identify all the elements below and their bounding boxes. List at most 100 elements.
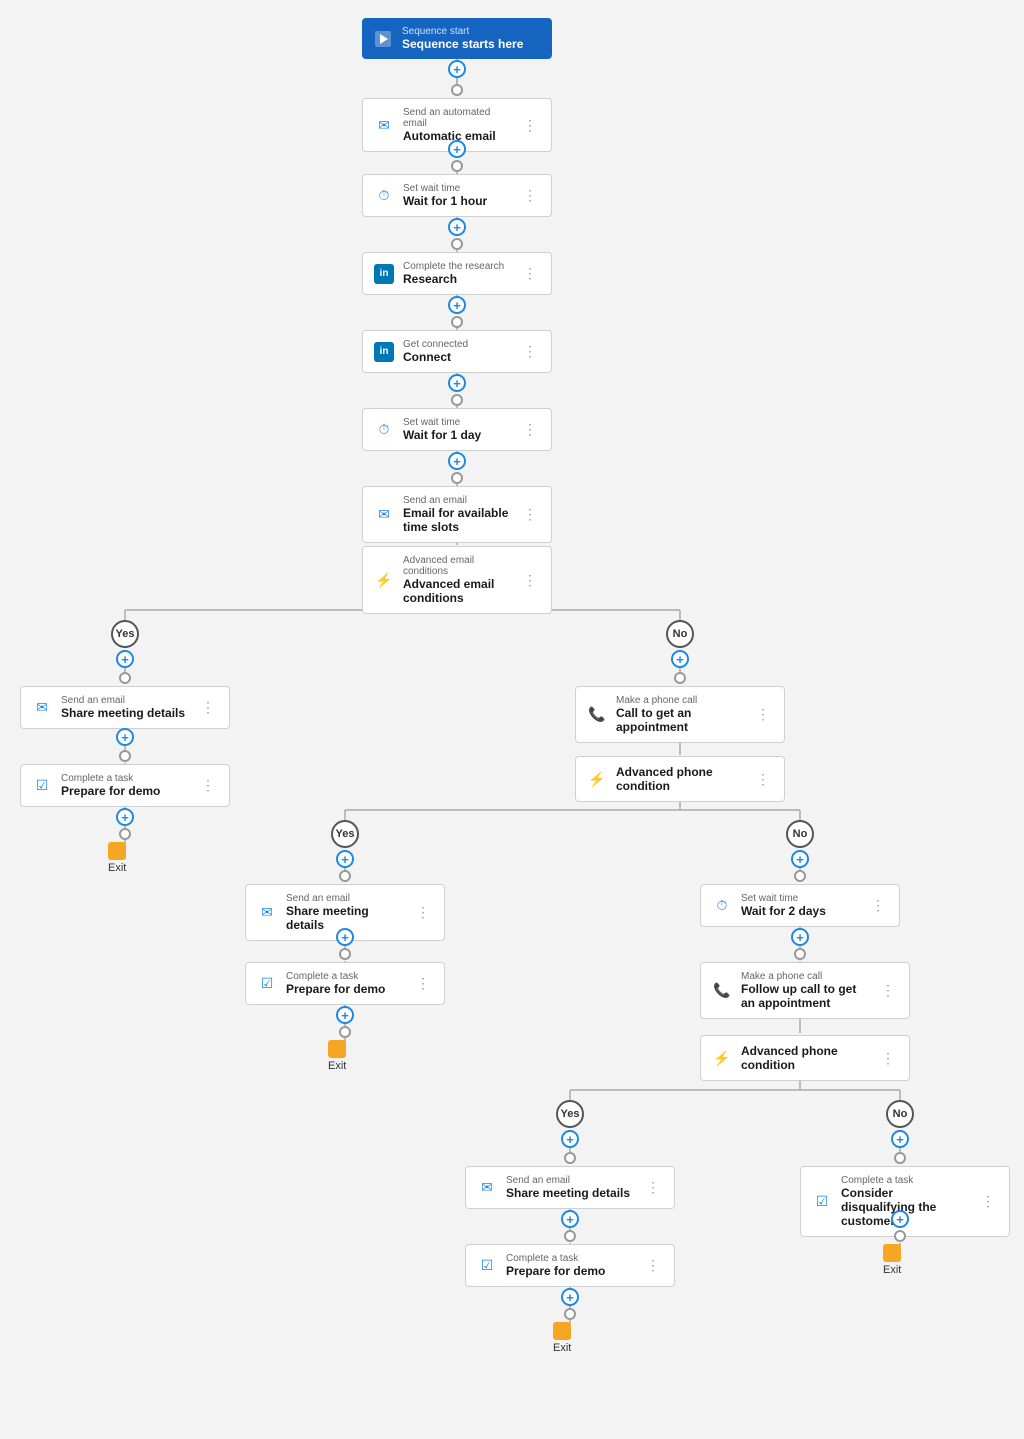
email-timeslots-title: Email for available time slots: [403, 506, 511, 534]
connector-yes3b: [564, 1230, 576, 1242]
wait-2days-node: ⏱ Set wait time Wait for 2 days ⋮: [700, 884, 900, 927]
phone-icon-2: 📞: [711, 980, 733, 1002]
share-meeting-yes3-node: ✉ Send an email Share meeting details ⋮: [465, 1166, 675, 1209]
connector-yes3: [119, 828, 131, 840]
adv-phone-1-title: Advanced phone condition: [616, 765, 744, 793]
no3-branch-label: No: [886, 1100, 914, 1128]
add-btn-3[interactable]: +: [448, 218, 466, 236]
exit-label-yes2: Exit: [328, 1060, 346, 1072]
wait-1day-title: Wait for 1 day: [403, 428, 511, 442]
start-title: Sequence starts here: [402, 37, 542, 51]
call-appt-label: Make a phone call: [616, 695, 744, 706]
add-btn-yes2b[interactable]: +: [336, 928, 354, 946]
share-meeting-yes2-menu[interactable]: ⋮: [412, 902, 434, 923]
email-icon-5: ✉: [476, 1177, 498, 1199]
connector-yes3c: [564, 1308, 576, 1320]
start-label: Sequence start: [402, 26, 542, 37]
adv-email-title: Advanced email conditions: [403, 577, 511, 605]
add-btn-no1[interactable]: +: [671, 650, 689, 668]
wait-1hour-menu[interactable]: ⋮: [519, 185, 541, 206]
task-icon-4: ☑: [811, 1191, 833, 1213]
connect-menu[interactable]: ⋮: [519, 341, 541, 362]
research-label: Complete the research: [403, 261, 511, 272]
connector-no2a: [794, 870, 806, 882]
wait-1day-label: Set wait time: [403, 417, 511, 428]
exit-label-yes3: Exit: [553, 1342, 571, 1354]
share-meeting-yes2-label: Send an email: [286, 893, 404, 904]
add-btn-1[interactable]: +: [448, 60, 466, 78]
add-btn-4[interactable]: +: [448, 296, 466, 314]
wait-1hour-label: Set wait time: [403, 183, 511, 194]
prepare-demo-yes2-label: Complete a task: [286, 971, 404, 982]
yes3-branch-label: Yes: [556, 1100, 584, 1128]
followup-call-menu[interactable]: ⋮: [877, 980, 899, 1001]
prepare-demo-yes2-menu[interactable]: ⋮: [412, 973, 434, 994]
exit-yes2-node: Exit: [328, 1040, 346, 1072]
email-icon-2: ✉: [373, 504, 395, 526]
add-btn-2[interactable]: +: [448, 140, 466, 158]
add-btn-5[interactable]: +: [448, 374, 466, 392]
condition-icon-3: ⚡: [711, 1047, 733, 1069]
exit-icon-yes3: [553, 1322, 571, 1340]
research-menu[interactable]: ⋮: [519, 263, 541, 284]
adv-phone-1-menu[interactable]: ⋮: [752, 769, 774, 790]
wait-2days-menu[interactable]: ⋮: [867, 895, 889, 916]
connector-3: [451, 238, 463, 250]
wait-icon-2: ⏱: [373, 419, 395, 441]
add-btn-yes3a[interactable]: +: [561, 1130, 579, 1148]
call-appt-menu[interactable]: ⋮: [752, 704, 774, 725]
followup-call-node: 📞 Make a phone call Follow up call to ge…: [700, 962, 910, 1019]
email-timeslots-label: Send an email: [403, 495, 511, 506]
share-meeting-yes-title: Share meeting details: [61, 706, 189, 720]
connect-node: in Get connected Connect ⋮: [362, 330, 552, 373]
email-icon-1: ✉: [373, 114, 395, 136]
wait-icon-1: ⏱: [373, 185, 395, 207]
exit-label-yes: Exit: [108, 862, 126, 874]
email-timeslots-menu[interactable]: ⋮: [519, 504, 541, 525]
add-btn-yes2c[interactable]: +: [336, 1006, 354, 1024]
yes-branch-label: Yes: [111, 620, 139, 648]
adv-email-menu[interactable]: ⋮: [519, 570, 541, 591]
auto-email-menu[interactable]: ⋮: [519, 115, 541, 136]
research-title: Research: [403, 272, 511, 286]
call-appt-title: Call to get an appointment: [616, 706, 744, 734]
share-meeting-yes-menu[interactable]: ⋮: [197, 697, 219, 718]
prepare-demo-yes-title: Prepare for demo: [61, 784, 189, 798]
research-node: in Complete the research Research ⋮: [362, 252, 552, 295]
connect-title: Connect: [403, 350, 511, 364]
add-btn-no3b[interactable]: +: [891, 1210, 909, 1228]
share-meeting-yes-node: ✉ Send an email Share meeting details ⋮: [20, 686, 230, 729]
add-btn-yes2[interactable]: +: [116, 728, 134, 746]
yes2-branch-label: Yes: [331, 820, 359, 848]
exit-yes3-node: Exit: [553, 1322, 571, 1354]
add-btn-yes3b[interactable]: +: [561, 1210, 579, 1228]
add-btn-no2b[interactable]: +: [791, 928, 809, 946]
exit-label-no3: Exit: [883, 1264, 901, 1276]
prepare-demo-yes3-node: ☑ Complete a task Prepare for demo ⋮: [465, 1244, 675, 1287]
add-btn-yes2a[interactable]: +: [336, 850, 354, 868]
condition-icon-1: ⚡: [373, 569, 395, 591]
add-btn-yes1[interactable]: +: [116, 650, 134, 668]
connector-no2b: [794, 948, 806, 960]
adv-phone-2-menu[interactable]: ⋮: [877, 1048, 899, 1069]
share-meeting-yes3-menu[interactable]: ⋮: [642, 1177, 664, 1198]
wait-icon-3: ⏱: [711, 895, 733, 917]
add-btn-no3a[interactable]: +: [891, 1130, 909, 1148]
prepare-demo-yes3-menu[interactable]: ⋮: [642, 1255, 664, 1276]
disqualify-menu[interactable]: ⋮: [977, 1191, 999, 1212]
prepare-demo-yes-menu[interactable]: ⋮: [197, 775, 219, 796]
connector-no1: [674, 672, 686, 684]
task-icon-1: ☑: [31, 775, 53, 797]
email-icon-3: ✉: [31, 697, 53, 719]
add-btn-yes3c[interactable]: +: [561, 1288, 579, 1306]
add-btn-no2a[interactable]: +: [791, 850, 809, 868]
exit-icon-yes2: [328, 1040, 346, 1058]
auto-email-label: Send an automated email: [403, 107, 511, 129]
wait-2days-title: Wait for 2 days: [741, 904, 859, 918]
wait-1hour-title: Wait for 1 hour: [403, 194, 511, 208]
sequence-start-node: Sequence start Sequence starts here: [362, 18, 552, 59]
add-btn-6[interactable]: +: [448, 452, 466, 470]
add-btn-yes3[interactable]: +: [116, 808, 134, 826]
wait-1day-menu[interactable]: ⋮: [519, 419, 541, 440]
prepare-demo-yes-node: ☑ Complete a task Prepare for demo ⋮: [20, 764, 230, 807]
